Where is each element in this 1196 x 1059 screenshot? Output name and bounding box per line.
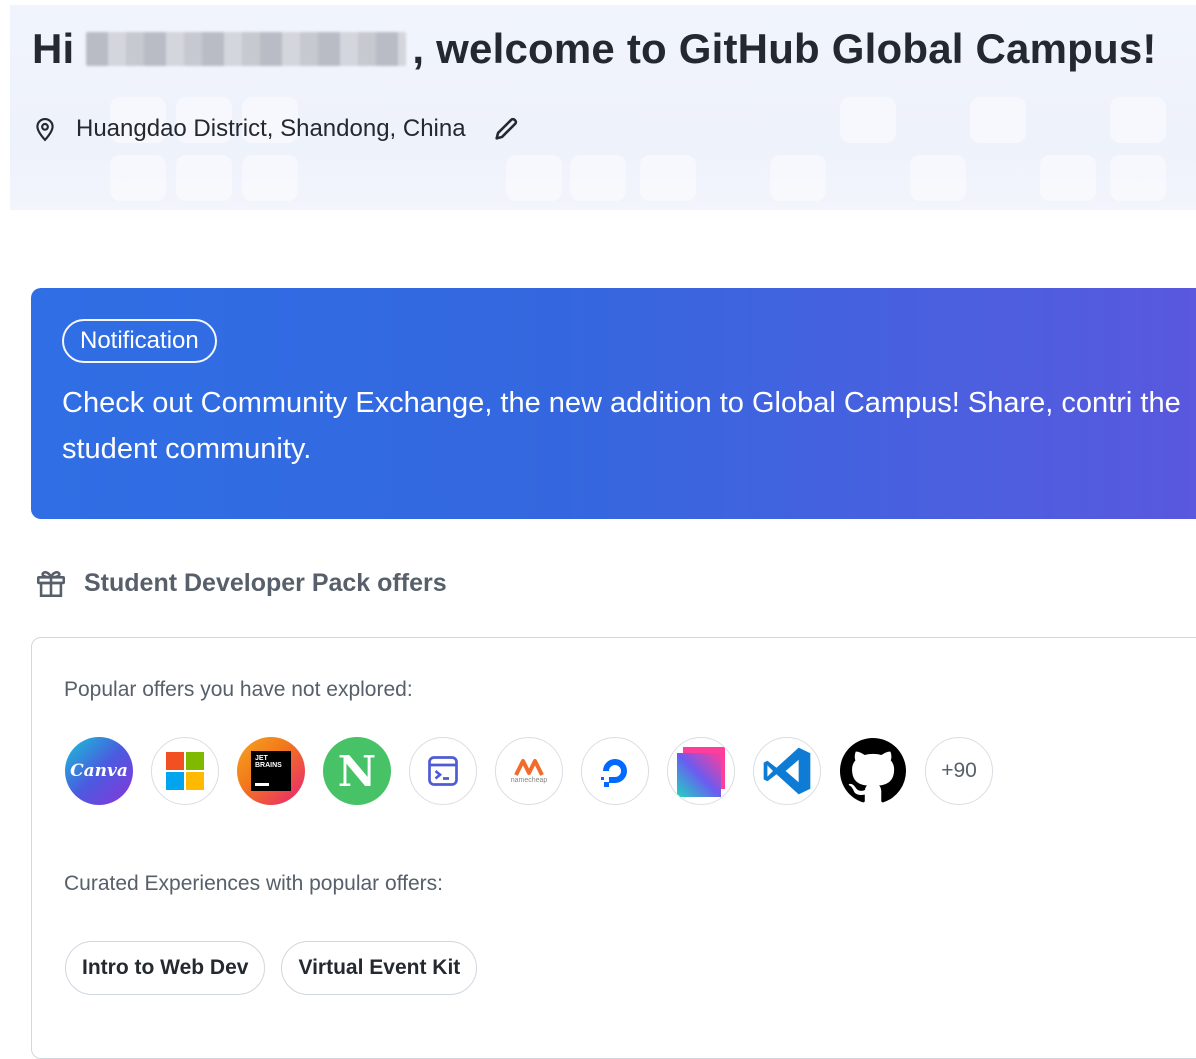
chip-intro-to-web-dev[interactable]: Intro to Web Dev (65, 941, 266, 995)
page-title: Hi , welcome to GitHub Global Campus! (32, 25, 1157, 73)
more-offers-button[interactable]: +90 (925, 737, 993, 805)
github-logo-icon[interactable] (839, 737, 907, 805)
welcome-hero: Hi , welcome to GitHub Global Campus! Hu… (10, 5, 1196, 210)
vscode-logo-icon[interactable] (753, 737, 821, 805)
popular-offers-label: Popular offers you have not explored: (64, 678, 413, 701)
namecheap-logo-text: namecheap (510, 776, 548, 784)
digitalocean-mark-icon (601, 759, 627, 787)
more-offers-count: +90 (941, 759, 977, 782)
terminal-app-logo-icon[interactable] (409, 737, 477, 805)
namecheap-mark-icon (514, 758, 544, 776)
gift-icon (36, 570, 66, 598)
greeting-suffix: , welcome to GitHub Global Campus! (412, 25, 1157, 72)
terminal-window-icon (428, 756, 458, 786)
notification-banner: Notification Check out Community Exchang… (31, 288, 1196, 519)
location-pin-icon (36, 118, 54, 142)
vscode-mark-icon (763, 747, 811, 795)
notion-logo-text: N (337, 746, 377, 796)
gradient-app-logo-icon[interactable] (667, 737, 735, 805)
namecheap-logo-icon[interactable]: namecheap (495, 737, 563, 805)
location-row: Huangdao District, Shandong, China (32, 115, 520, 143)
microsoft-squares-icon (166, 752, 204, 790)
redacted-username (86, 32, 407, 66)
location-text: Huangdao District, Shandong, China (76, 115, 466, 142)
gradient-square-icon (677, 747, 725, 797)
section-header: Student Developer Pack offers (34, 566, 447, 600)
jetbrains-logo-icon[interactable]: JET BRAINS (237, 737, 305, 805)
microsoft-logo-icon[interactable] (151, 737, 219, 805)
offers-card: Popular offers you have not explored: Ca… (31, 637, 1196, 1059)
chip-virtual-event-kit[interactable]: Virtual Event Kit (281, 941, 478, 995)
notification-badge: Notification (62, 319, 217, 363)
notion-logo-icon[interactable]: N (323, 737, 391, 805)
notification-message[interactable]: Check out Community Exchange, the new ad… (62, 380, 1196, 472)
github-octocat-icon (840, 738, 906, 803)
canva-logo-text: Canva (70, 761, 128, 781)
curated-experience-chips: Intro to Web Dev Virtual Event Kit (65, 941, 493, 995)
offer-logos: Canva JET BRAINS N namecheap +90 (65, 737, 1011, 805)
edit-pencil-icon[interactable] (492, 115, 520, 143)
jetbrains-logo-text: JET BRAINS (255, 755, 282, 769)
section-title: Student Developer Pack offers (84, 568, 447, 597)
curated-experiences-label: Curated Experiences with popular offers: (64, 872, 443, 895)
digitalocean-logo-icon[interactable] (581, 737, 649, 805)
greeting-prefix: Hi (32, 25, 75, 72)
canva-logo-icon[interactable]: Canva (65, 737, 133, 805)
